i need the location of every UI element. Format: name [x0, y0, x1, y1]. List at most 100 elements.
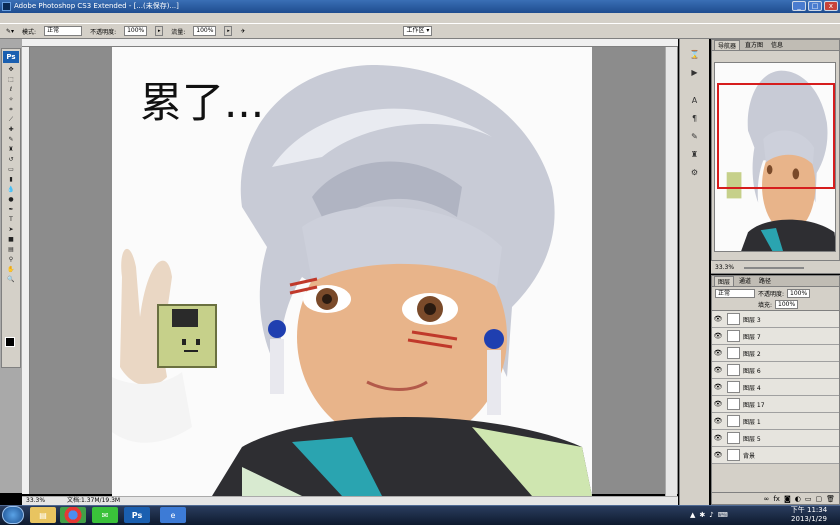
- brush-tool-icon[interactable]: ✎: [4, 135, 18, 144]
- marquee-tool-icon[interactable]: ⬚: [4, 75, 18, 84]
- network-icon[interactable]: ▲: [690, 511, 695, 519]
- zoom-level-status[interactable]: 33.3%: [26, 497, 45, 504]
- layer-fill-input[interactable]: 100%: [775, 300, 799, 309]
- layer-visibility-eye-icon[interactable]: 👁: [712, 434, 724, 442]
- navigator-thumbnail[interactable]: [714, 62, 836, 252]
- layer-visibility-eye-icon[interactable]: 👁: [712, 383, 724, 391]
- new-layer-icon[interactable]: ▢: [815, 493, 822, 504]
- clock-time: 下午 11:34: [790, 506, 828, 514]
- slice-tool-icon[interactable]: ⟋: [4, 115, 18, 124]
- delete-layer-icon[interactable]: 🗑: [826, 493, 835, 504]
- pen-tool-icon[interactable]: ✒: [4, 205, 18, 214]
- clone-source-panel-icon[interactable]: ♜: [686, 147, 704, 161]
- navigator-view-box[interactable]: [717, 83, 835, 189]
- navigator-zoom-slider[interactable]: [743, 266, 804, 269]
- layer-visibility-eye-icon[interactable]: 👁: [712, 366, 724, 374]
- eraser-tool-icon[interactable]: ▭: [4, 165, 18, 174]
- foreground-color-swatch[interactable]: [5, 337, 15, 347]
- layer-row[interactable]: 👁 图层 17: [712, 396, 839, 413]
- layer-row[interactable]: 👁 图层 6: [712, 362, 839, 379]
- maximize-button[interactable]: □: [808, 1, 822, 11]
- ie-taskbar-icon[interactable]: e: [160, 507, 186, 523]
- layer-visibility-eye-icon[interactable]: 👁: [712, 332, 724, 340]
- layer-visibility-eye-icon[interactable]: 👁: [712, 451, 724, 459]
- gradient-tool-icon[interactable]: ▮: [4, 175, 18, 184]
- notes-tool-icon[interactable]: ▤: [4, 245, 18, 254]
- panel-dock-icons: ⌛ ▶ A ¶ ✎ ♜ ⚙: [679, 39, 709, 505]
- layer-visibility-eye-icon[interactable]: 👁: [712, 349, 724, 357]
- layer-row[interactable]: 👁 图层 5: [712, 430, 839, 447]
- character-panel-icon[interactable]: A: [686, 93, 704, 107]
- tab-channels[interactable]: 通道: [736, 276, 755, 286]
- start-button[interactable]: [2, 506, 24, 524]
- move-tool-icon[interactable]: ✥: [4, 65, 18, 74]
- zoom-tool-icon[interactable]: 🔍: [4, 275, 18, 284]
- paragraph-panel-icon[interactable]: ¶: [686, 111, 704, 125]
- explorer-taskbar-icon[interactable]: ▤: [30, 507, 56, 523]
- flow-input[interactable]: 100%: [193, 26, 217, 36]
- blur-tool-icon[interactable]: 💧: [4, 185, 18, 194]
- brush-preset-icon[interactable]: ✎▾: [6, 28, 14, 35]
- keyboard-icon[interactable]: ⌨: [718, 511, 728, 519]
- clock[interactable]: 下午 11:34 2013/1/29: [780, 506, 838, 524]
- workspace-button[interactable]: 工作区 ▾: [403, 26, 433, 36]
- opacity-input[interactable]: 100%: [124, 26, 148, 36]
- brushes-panel-icon[interactable]: ✎: [686, 129, 704, 143]
- opacity-dropdown-icon[interactable]: ▸: [155, 26, 164, 36]
- layer-thumbnail: [727, 381, 740, 393]
- history-panel-icon[interactable]: ⌛: [686, 47, 704, 61]
- tab-layers[interactable]: 图层: [714, 276, 735, 286]
- crop-tool-icon[interactable]: ⌗: [4, 105, 18, 114]
- history-brush-tool-icon[interactable]: ↺: [4, 155, 18, 164]
- type-tool-icon[interactable]: T: [4, 215, 18, 224]
- quick-select-tool-icon[interactable]: ✧: [4, 95, 18, 104]
- line-taskbar-icon[interactable]: ✉: [92, 507, 118, 523]
- heal-tool-icon[interactable]: ✚: [4, 125, 18, 134]
- dodge-tool-icon[interactable]: ●: [4, 195, 18, 204]
- hand-tool-icon[interactable]: ✋: [4, 265, 18, 274]
- path-select-tool-icon[interactable]: ➤: [4, 225, 18, 234]
- image-canvas[interactable]: 累了...: [112, 47, 592, 496]
- vertical-scrollbar[interactable]: [665, 47, 677, 496]
- layer-visibility-eye-icon[interactable]: 👁: [712, 417, 724, 425]
- new-group-icon[interactable]: ▭: [805, 493, 812, 504]
- shape-tool-icon[interactable]: ■: [4, 235, 18, 244]
- lasso-tool-icon[interactable]: ℓ: [4, 85, 18, 94]
- layer-mask-icon[interactable]: ◙: [784, 493, 791, 504]
- mode-label: 模式:: [22, 28, 37, 36]
- photoshop-taskbar-icon[interactable]: Ps: [124, 507, 150, 523]
- tab-info[interactable]: 信息: [768, 40, 787, 50]
- layer-fill-label: 填充:: [758, 302, 773, 309]
- layer-visibility-eye-icon[interactable]: 👁: [712, 400, 724, 408]
- tab-histogram[interactable]: 直方图: [742, 40, 767, 50]
- chrome-taskbar-icon[interactable]: [60, 507, 86, 523]
- bluetooth-icon[interactable]: ✱: [699, 511, 705, 519]
- volume-icon[interactable]: ♪: [709, 511, 713, 519]
- handwriting-text: 累了...: [140, 78, 264, 127]
- flow-dropdown-icon[interactable]: ▸: [224, 26, 233, 36]
- layer-row[interactable]: 👁 图层 4: [712, 379, 839, 396]
- link-layers-icon[interactable]: ∞: [764, 493, 770, 504]
- stamp-tool-icon[interactable]: ♜: [4, 145, 18, 154]
- eyedropper-tool-icon[interactable]: ⚲: [4, 255, 18, 264]
- tool-presets-panel-icon[interactable]: ⚙: [686, 165, 704, 179]
- blend-mode-select[interactable]: 正常: [715, 288, 755, 298]
- navigator-zoom-value[interactable]: 33.3%: [715, 264, 734, 271]
- layer-row[interactable]: 👁 图层 1: [712, 413, 839, 430]
- layer-style-icon[interactable]: fx: [773, 493, 780, 504]
- actions-panel-icon[interactable]: ▶: [686, 65, 704, 79]
- layer-opacity-input[interactable]: 100%: [787, 288, 811, 298]
- layer-row[interactable]: 👁 背景: [712, 447, 839, 464]
- layer-row[interactable]: 👁 图层 2: [712, 345, 839, 362]
- minimize-button[interactable]: _: [792, 1, 806, 11]
- layer-row[interactable]: 👁 图层 3: [712, 311, 839, 328]
- tab-navigator[interactable]: 导航器: [714, 40, 741, 50]
- adjustment-layer-icon[interactable]: ◐: [795, 493, 801, 504]
- layer-row[interactable]: 👁 图层 7: [712, 328, 839, 345]
- tab-paths[interactable]: 路径: [756, 276, 775, 286]
- airbrush-icon[interactable]: ✈: [240, 28, 245, 35]
- close-button[interactable]: x: [824, 1, 838, 11]
- mode-select[interactable]: 正常: [44, 26, 83, 36]
- window-title: Adobe Photoshop CS3 Extended - [...(未保存)…: [14, 2, 179, 10]
- layer-visibility-eye-icon[interactable]: 👁: [712, 315, 724, 323]
